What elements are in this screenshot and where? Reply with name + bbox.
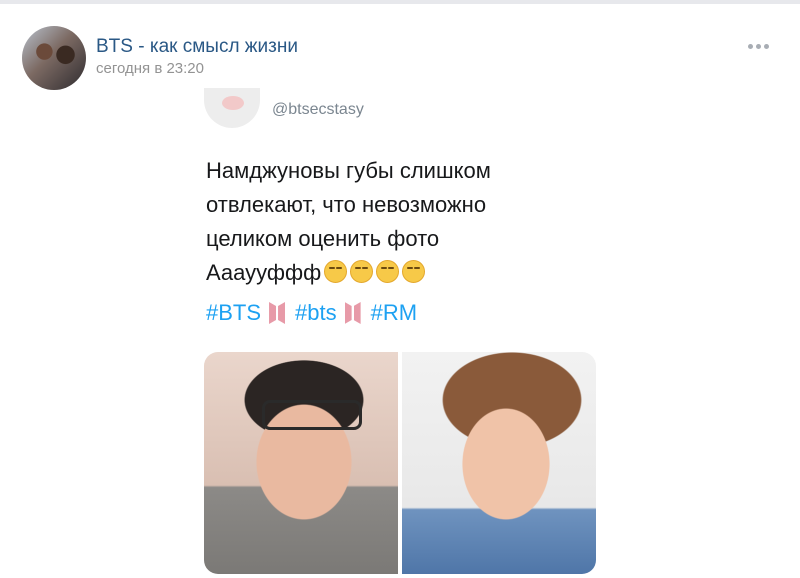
tweet-line: Аааууффф: [206, 260, 322, 285]
hashtag-bts-lower[interactable]: #bts: [295, 300, 337, 326]
tweet-photo-right[interactable]: [402, 352, 596, 574]
community-name-link[interactable]: BTS - как смысл жизни: [96, 36, 298, 58]
tweet-author-avatar: [204, 88, 260, 128]
hashtag-rm[interactable]: #RM: [371, 300, 417, 326]
tweet-line: отвлекают, что невозможно: [206, 192, 487, 217]
smirking-face-emoji: [402, 260, 426, 283]
smirking-face-emoji: [324, 260, 348, 283]
bts-logo-icon: [269, 302, 287, 324]
tweet-photo-left[interactable]: [204, 352, 398, 574]
more-horizontal-icon[interactable]: [748, 40, 774, 52]
tweet-line-with-emoji: Аааууффф: [206, 256, 586, 290]
tweet-line: целиком оценить фото: [206, 226, 440, 251]
smirking-face-emoji: [350, 260, 374, 283]
tweet-line: Намджуновы губы слишком: [206, 158, 491, 183]
community-avatar[interactable]: [22, 26, 86, 90]
smirking-face-emoji: [376, 260, 400, 283]
tweet-text: Намджуновы губы слишком отвлекают, что н…: [206, 154, 586, 290]
hashtag-row: #BTS #bts #RM: [206, 300, 417, 326]
wall-post: BTS - как смысл жизни сегодня в 23:20 @b…: [0, 4, 800, 578]
hashtag-bts-upper[interactable]: #BTS: [206, 300, 261, 326]
post-timestamp[interactable]: сегодня в 23:20: [96, 60, 204, 77]
bts-logo-icon: [344, 302, 363, 324]
tweet-handle: @btsecstasy: [272, 101, 364, 118]
